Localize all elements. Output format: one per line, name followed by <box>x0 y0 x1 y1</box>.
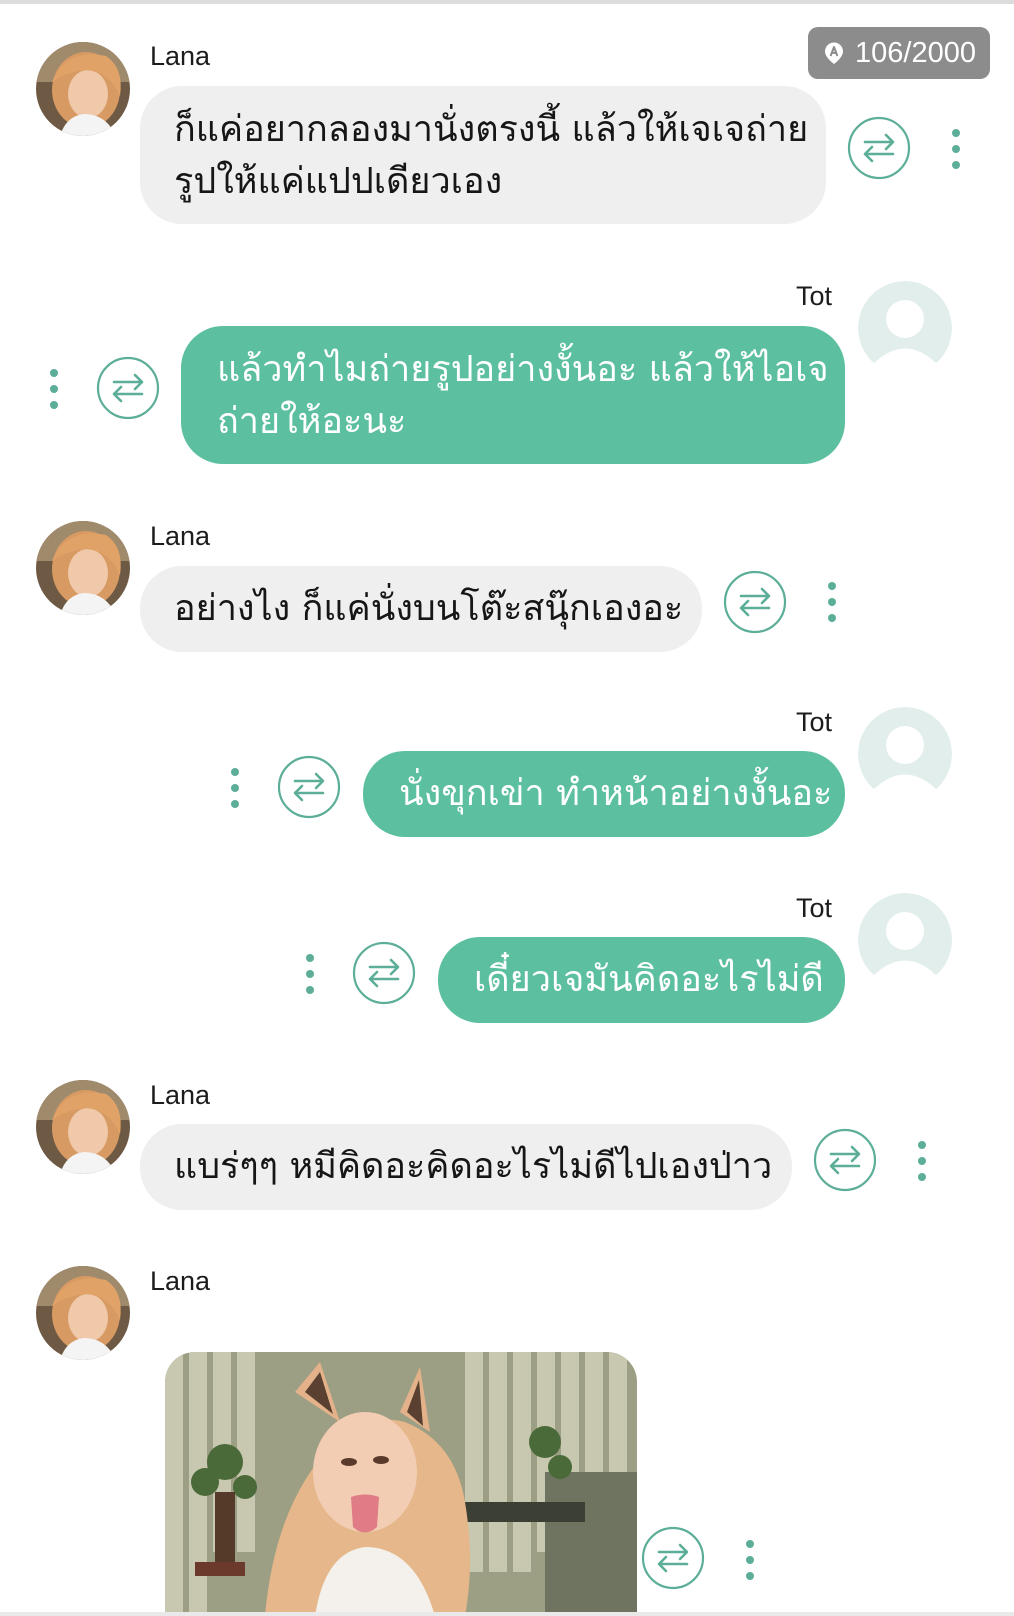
message-text: ถ่ายให้อะนะ <box>217 401 407 442</box>
message-text: รูปให้แค่แปปเดียวเอง <box>174 161 503 202</box>
sender-name: Lana <box>150 1266 211 1296</box>
avatar-tot[interactable] <box>858 893 952 987</box>
message-counter-text: 106/2000 <box>855 36 976 69</box>
message-bubble-incoming[interactable]: อย่างไง ก็แค่นั่งบนโต๊ะสนุ๊กเองอะ <box>140 566 702 652</box>
avatar-lana[interactable] <box>36 1266 130 1360</box>
translate-button[interactable] <box>95 355 161 421</box>
map-pin-a-icon <box>825 42 844 64</box>
swap-arrows-icon <box>96 356 160 420</box>
sender-name: Tot <box>796 281 833 311</box>
more-options-icon[interactable] <box>743 1540 757 1580</box>
avatar-lana[interactable] <box>36 42 130 136</box>
translate-button[interactable] <box>812 1127 878 1193</box>
message-bubble-outgoing[interactable]: แล้วทำไมถ่ายรูปอย่างงั้นอะ แล้วให้ไอเจ ถ… <box>181 326 845 464</box>
more-options-icon[interactable] <box>949 129 963 169</box>
message-text: แบร่ๆๆ หมีคิดอะคิดอะไรไม่ดีไปเองป่าว <box>174 1146 773 1187</box>
more-options-icon[interactable] <box>47 369 61 409</box>
message-text: อย่างไง ก็แค่นั่งบนโต๊ะสนุ๊กเองอะ <box>174 588 684 629</box>
message-bubble-incoming[interactable]: แบร่ๆๆ หมีคิดอะคิดอะไรไม่ดีไปเองป่าว <box>140 1124 792 1210</box>
message-counter-badge: 106/2000 <box>808 27 990 79</box>
translate-button[interactable] <box>276 754 342 820</box>
message-bubble-incoming[interactable]: ก็แค่อยากลองมานั่งตรงนี้ แล้วให้เจเจถ่าย… <box>140 86 826 224</box>
photo-image <box>165 1352 637 1616</box>
swap-arrows-icon <box>723 570 787 634</box>
sender-name: Lana <box>150 41 211 71</box>
message-bubble-outgoing[interactable]: เดี๋ยวเจมันคิดอะไรไม่ดี <box>438 937 845 1023</box>
swap-arrows-icon <box>277 755 341 819</box>
sender-name: Tot <box>796 893 833 923</box>
top-divider <box>0 0 1014 4</box>
translate-button[interactable] <box>722 569 788 635</box>
translate-button[interactable] <box>640 1525 706 1591</box>
more-options-icon[interactable] <box>915 1141 929 1181</box>
avatar-lana[interactable] <box>36 1080 130 1174</box>
photo-message[interactable] <box>165 1352 637 1616</box>
sender-name: Lana <box>150 1080 211 1110</box>
swap-arrows-icon <box>847 116 911 180</box>
swap-arrows-icon <box>641 1526 705 1590</box>
avatar-tot[interactable] <box>858 707 952 801</box>
avatar-lana[interactable] <box>36 521 130 615</box>
avatar-tot[interactable] <box>858 281 952 375</box>
message-text: ก็แค่อยากลองมานั่งตรงนี้ แล้วให้เจเจถ่าย <box>174 109 809 150</box>
more-options-icon[interactable] <box>228 768 242 808</box>
swap-arrows-icon <box>352 941 416 1005</box>
translate-button[interactable] <box>351 940 417 1006</box>
message-bubble-outgoing[interactable]: นั่งขุกเข่า ทำหน้าอย่างงั้นอะ <box>363 751 845 837</box>
more-options-icon[interactable] <box>825 582 839 622</box>
sender-name: Lana <box>150 521 211 551</box>
message-text: นั่งขุกเข่า ทำหน้าอย่างงั้นอะ <box>399 773 833 814</box>
more-options-icon[interactable] <box>303 954 317 994</box>
translate-button[interactable] <box>846 115 912 181</box>
sender-name: Tot <box>796 707 833 737</box>
swap-arrows-icon <box>813 1128 877 1192</box>
message-text: แล้วทำไมถ่ายรูปอย่างงั้นอะ แล้วให้ไอเจ <box>217 349 829 390</box>
bottom-divider <box>0 1612 1014 1616</box>
message-text: เดี๋ยวเจมันคิดอะไรไม่ดี <box>474 959 824 1000</box>
